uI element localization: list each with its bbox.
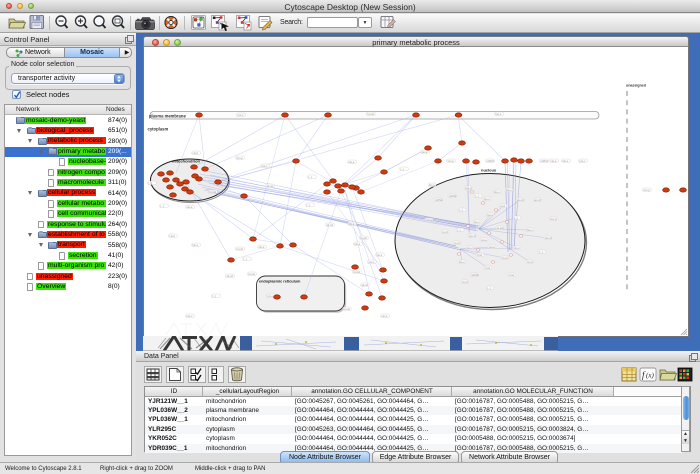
svg-text:cat-a: cat-a (187, 205, 193, 209)
svg-text:ati-nd: ati-nd (517, 198, 524, 202)
svg-text:pro-c: pro-c (268, 294, 275, 298)
svg-text:plasma membrane: plasma membrane (149, 114, 186, 119)
svg-text:[...]: [...] (244, 257, 248, 261)
svg-text:lo-ind: lo-ind (497, 226, 504, 230)
svg-text:lo-ind: lo-ind (344, 307, 351, 311)
svg-text:(x): (x) (646, 372, 654, 380)
svg-text:pro-c: pro-c (187, 314, 194, 318)
svg-text:ox-rd: ox-rd (442, 230, 448, 234)
svg-text:bio-s: bio-s (429, 183, 435, 187)
svg-text:bio-s: bio-s (459, 260, 465, 264)
svg-text:cat-a: cat-a (481, 238, 487, 242)
svg-text:[...]: [...] (487, 286, 491, 290)
svg-text:[...]: [...] (309, 175, 313, 179)
svg-text:[...]: [...] (539, 250, 543, 254)
svg-text:ox-rd: ox-rd (527, 260, 533, 264)
svg-text:ati-nd: ati-nd (227, 274, 234, 278)
svg-text:lo-ind: lo-ind (361, 236, 368, 240)
svg-text:Gm-p: Gm-p (644, 188, 651, 192)
svg-text:[...]: [...] (459, 208, 463, 212)
svg-text:pro-c: pro-c (514, 246, 521, 250)
svg-text:cat-a: cat-a (487, 213, 493, 217)
svg-text:mRNA: mRNA (449, 194, 457, 198)
svg-text:Gm-p: Gm-p (237, 156, 244, 160)
svg-text:pro-c: pro-c (467, 246, 474, 250)
svg-text:t-lnd: t-lnd (485, 266, 491, 270)
svg-text:bio-s: bio-s (349, 222, 355, 226)
svg-text:endoplasmic reticulum: endoplasmic reticulum (259, 280, 301, 284)
svg-text:lo-ind: lo-ind (354, 270, 361, 274)
svg-text:cat-a: cat-a (382, 314, 388, 318)
svg-text:ati-nd: ati-nd (545, 236, 552, 240)
svg-text:cat-a: cat-a (551, 159, 557, 163)
svg-text:pro-c: pro-c (262, 164, 269, 168)
svg-text:unassigned: unassigned (626, 84, 646, 88)
svg-text:lo-ind: lo-ind (249, 272, 256, 276)
svg-text:ati-nd: ati-nd (362, 283, 369, 287)
svg-text:cat-a: cat-a (489, 245, 495, 249)
svg-text:bio-s: bio-s (484, 197, 490, 201)
svg-text:bio-s: bio-s (506, 188, 512, 192)
svg-text:ox-rd: ox-rd (502, 256, 508, 260)
svg-text:bio-s: bio-s (496, 112, 502, 116)
svg-text:nucleus: nucleus (481, 168, 497, 173)
svg-text:[...]: [...] (401, 167, 405, 171)
svg-text:cat-a: cat-a (422, 150, 428, 154)
svg-text:t-lnd: t-lnd (170, 234, 176, 238)
svg-text:t-lnd: t-lnd (477, 253, 483, 257)
svg-text:bio-s: bio-s (377, 253, 383, 257)
svg-text:bio-s: bio-s (355, 242, 361, 246)
svg-text:t-lnd: t-lnd (193, 151, 199, 155)
svg-text:ox-rd: ox-rd (462, 280, 468, 284)
svg-text:t-lnd: t-lnd (509, 273, 515, 277)
svg-text:[...]: [...] (475, 194, 479, 198)
svg-text:t-lnd: t-lnd (500, 204, 506, 208)
svg-text:[...]: [...] (149, 181, 153, 185)
svg-text:cat-a: cat-a (426, 218, 432, 222)
svg-text:pro-c: pro-c (369, 260, 376, 264)
svg-text:Gm-p: Gm-p (465, 186, 472, 190)
svg-text:mRNA: mRNA (435, 198, 443, 202)
svg-text:bio-s: bio-s (494, 190, 500, 194)
svg-text:[...]: [...] (213, 294, 217, 298)
svg-text:bio-s: bio-s (563, 159, 569, 163)
svg-text:bio-s: bio-s (474, 220, 480, 224)
svg-text:mRNA: mRNA (541, 159, 549, 163)
svg-text:bio-s: bio-s (527, 228, 533, 232)
svg-text:ati-nd: ati-nd (327, 223, 334, 227)
svg-text:ox-rd: ox-rd (454, 241, 460, 245)
svg-text:mRNA: mRNA (487, 159, 495, 163)
svg-text:lo-ind: lo-ind (368, 112, 375, 116)
svg-text:[...]: [...] (307, 203, 311, 207)
svg-text:cytoplasm: cytoplasm (148, 127, 169, 132)
svg-text:[...]: [...] (161, 204, 165, 208)
svg-text:pro-c: pro-c (580, 159, 587, 163)
svg-text:ati-nd: ati-nd (267, 184, 274, 188)
svg-text:Gm-p: Gm-p (550, 217, 557, 221)
svg-text:[...]: [...] (514, 216, 518, 220)
svg-text:lo-ind: lo-ind (237, 247, 244, 251)
svg-text:lo-ind: lo-ind (210, 190, 217, 194)
svg-text:cat-a: cat-a (349, 160, 355, 164)
svg-text:pro-c: pro-c (238, 113, 245, 117)
svg-text:mRNA: mRNA (471, 273, 479, 277)
svg-text:[...]: [...] (457, 228, 461, 232)
svg-text:Gm-p: Gm-p (448, 159, 455, 163)
svg-text:ati-nd: ati-nd (469, 234, 476, 238)
svg-text:bio-s: bio-s (193, 243, 199, 247)
svg-text:ati-nd: ati-nd (534, 198, 541, 202)
svg-text:cat-a: cat-a (259, 245, 265, 249)
svg-text:mitochondrion: mitochondrion (172, 159, 201, 164)
